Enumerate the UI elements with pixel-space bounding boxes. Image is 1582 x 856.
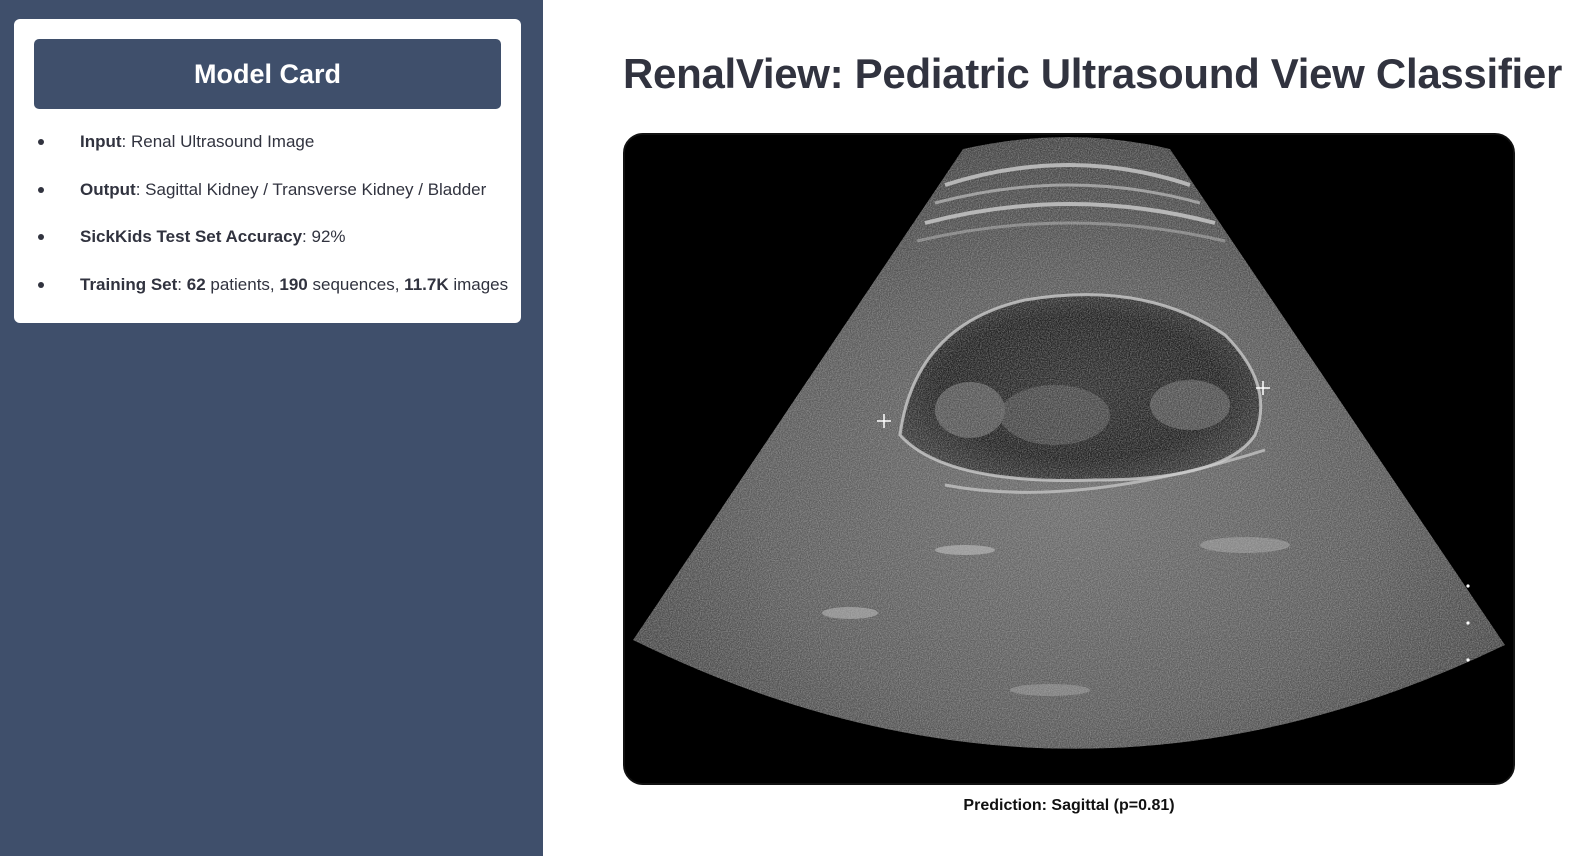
item-separator: : <box>302 227 312 246</box>
prediction-label: Prediction: Sagittal (p=0.81) <box>963 797 1175 814</box>
list-item-accuracy: SickKids Test Set Accuracy: 92% <box>36 226 506 274</box>
ultrasound-image <box>623 133 1515 785</box>
ultrasound-image-graphic <box>625 135 1513 783</box>
item-label: SickKids Test Set Accuracy <box>80 227 303 246</box>
patients-count: 62 <box>186 274 206 294</box>
model-card: Model Card Input: Renal Ultrasound Image… <box>14 19 521 323</box>
page-title: RenalView: Pediatric Ultrasound View Cla… <box>623 50 1563 97</box>
model-card-header: Model Card <box>34 39 501 109</box>
item-separator: : <box>121 132 131 151</box>
item-value: Renal Ultrasound Image <box>131 132 315 151</box>
images-text: images <box>448 274 509 294</box>
images-count: 11.7K <box>404 274 449 294</box>
sidebar: Model Card Input: Renal Ultrasound Image… <box>0 0 543 856</box>
item-separator: : <box>177 274 187 294</box>
model-card-title: Model Card <box>193 58 341 89</box>
list-item-input: Input: Renal Ultrasound Image <box>36 131 506 179</box>
list-item-output: Output: Sagittal Kidney / Transverse Kid… <box>36 179 506 227</box>
sequences-text: sequences, <box>307 274 405 294</box>
bullet-icon <box>38 234 44 240</box>
item-value: Sagittal Kidney / Transverse Kidney / Bl… <box>145 179 487 199</box>
item-separator: : <box>135 179 146 199</box>
bullet-icon <box>38 281 44 288</box>
list-item-training-set: Training Set: 62 patients, 190 sequences… <box>36 274 509 322</box>
patients-text: patients, <box>205 274 280 294</box>
item-label: Input <box>80 132 122 151</box>
bullet-icon <box>38 139 44 145</box>
bullet-icon <box>38 186 44 193</box>
item-label: Training Set <box>80 274 178 294</box>
item-value: 92% <box>311 227 346 246</box>
sequences-count: 190 <box>279 274 308 294</box>
model-card-list: Input: Renal Ultrasound Image Output: Sa… <box>36 131 509 322</box>
item-label: Output <box>80 179 136 199</box>
